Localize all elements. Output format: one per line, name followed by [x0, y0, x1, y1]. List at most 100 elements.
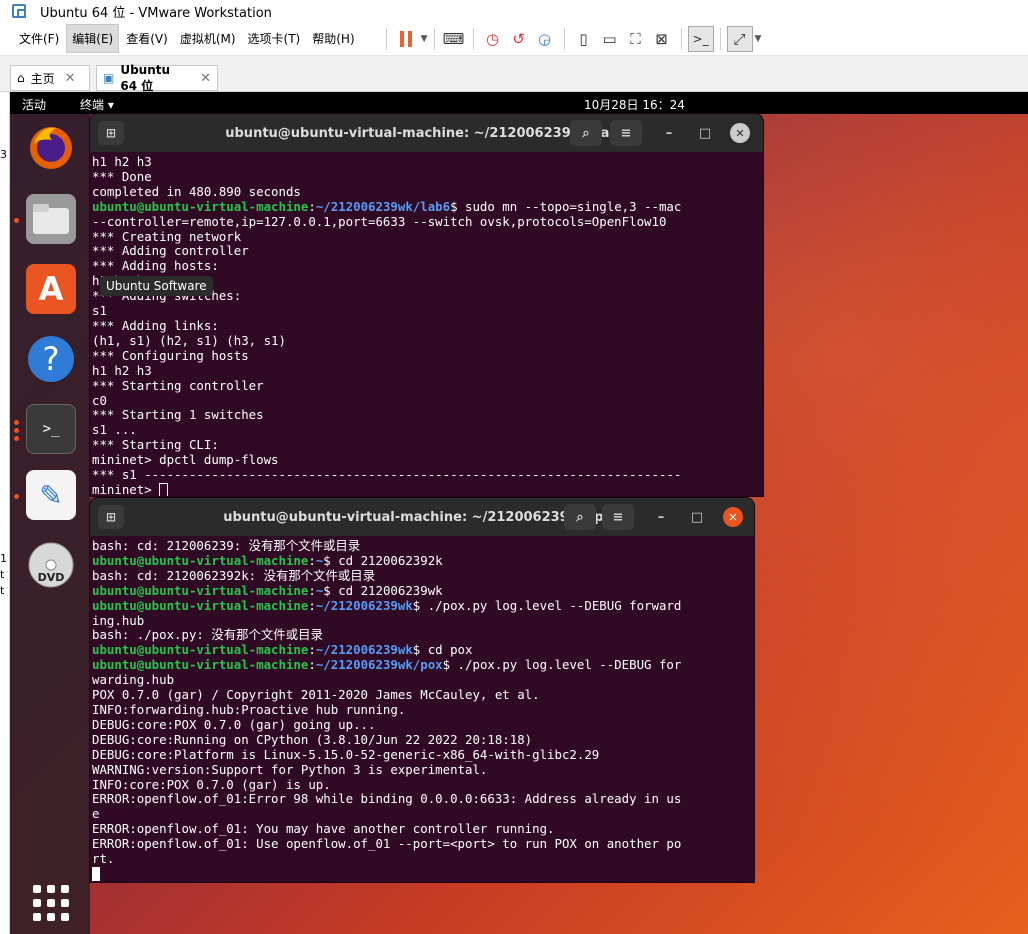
terminal-text: $ ./pox.py log.level --DEBUG forward: [412, 597, 682, 613]
new-tab-button[interactable]: ⊞: [98, 121, 124, 145]
close-icon[interactable]: ✕: [200, 71, 211, 86]
menu-help[interactable]: 帮助(H): [307, 25, 359, 52]
strip-text: 1: [0, 552, 7, 565]
strip-text: 3: [0, 148, 7, 161]
snapshot-manager-button[interactable]: ◶: [532, 26, 558, 52]
show-applications-icon[interactable]: [26, 878, 76, 928]
terminal-line: *** Adding controller: [92, 243, 763, 259]
pause-button[interactable]: [393, 26, 419, 52]
files-icon[interactable]: [26, 194, 76, 244]
new-tab-button[interactable]: ⊞: [98, 505, 124, 529]
close-icon[interactable]: ✕: [65, 71, 76, 86]
text-editor-icon[interactable]: ✎: [26, 470, 76, 520]
search-button[interactable]: ⌕: [570, 120, 602, 146]
maximize-button[interactable]: □: [684, 504, 710, 530]
minimize-icon: –: [665, 125, 673, 141]
terminal-text: ubuntu@ubuntu-virtual-machine: [92, 642, 309, 658]
terminal-line: bash: cd: 212006239: 没有那个文件或目录: [92, 538, 754, 554]
running-indicator: [14, 436, 19, 441]
unity-icon: ⊠: [655, 29, 668, 48]
stretch-button[interactable]: ⤢: [726, 25, 753, 52]
activities-button[interactable]: 活动: [22, 96, 46, 113]
terminal-text: e: [92, 806, 100, 822]
help-icon[interactable]: ?: [26, 334, 76, 384]
maximize-button[interactable]: □: [692, 120, 718, 146]
menu-icon: ≡: [612, 509, 624, 525]
ubuntu-software-icon[interactable]: A: [26, 264, 76, 314]
title-bar: Ubuntu 64 位 - VMware Workstation: [0, 0, 1028, 22]
svg-text:DVD: DVD: [38, 571, 65, 584]
snapshot-button[interactable]: ◷: [480, 26, 506, 52]
hamburger-menu-button[interactable]: ≡: [610, 120, 642, 146]
terminal-text: ~/212006239wk: [315, 597, 413, 613]
terminal-output[interactable]: h1 h2 h3 *** Done completed in 480.890 sec…: [90, 152, 763, 496]
close-button[interactable]: ✕: [723, 507, 743, 527]
terminal-text: DEBUG:core:Platform is Linux-5.15.0-52-g…: [92, 746, 600, 762]
minimize-button[interactable]: –: [656, 120, 682, 146]
search-button[interactable]: ⌕: [564, 504, 596, 530]
new-tab-icon: ⊞: [105, 126, 117, 140]
terminal-text: $ sudo mn --topo=single,3 --mac: [450, 198, 682, 214]
terminal-line: ing.hub: [92, 612, 754, 629]
terminal-line: completed in 480.890 seconds: [92, 184, 763, 200]
terminal-line: [92, 866, 754, 882]
unity-button[interactable]: ⊠: [649, 26, 675, 52]
terminal-text: $ cd 2120062392k: [323, 552, 443, 568]
fullscreen-icon: ⛶: [630, 29, 641, 48]
terminal-line: DEBUG:core:POX 0.7.0 (gar) going up...: [92, 716, 754, 733]
menu-file[interactable]: 文件(F): [14, 25, 64, 52]
terminal-text: ~/212006239wk: [315, 642, 413, 658]
minimize-button[interactable]: –: [648, 504, 674, 530]
fullscreen-button[interactable]: ⛶: [623, 26, 649, 52]
menu-vm[interactable]: 虚拟机(M): [175, 25, 241, 52]
terminal-text: ERROR:openflow.of_01:Error 98 while bind…: [92, 791, 682, 807]
terminal-text: ing.hub: [92, 612, 145, 628]
dvd-icon[interactable]: DVD: [26, 540, 76, 590]
terminal-text: ubuntu@ubuntu-virtual-machine: [92, 552, 309, 568]
terminal-window-lab6[interactable]: ⊞ ubuntu@ubuntu-virtual-machine: ~/21200…: [90, 114, 763, 496]
terminal-text: *** Adding links:: [92, 317, 219, 333]
menu-tabs[interactable]: 选项卡(T): [243, 25, 306, 52]
sidebar-toggle-button[interactable]: ▯: [571, 26, 597, 52]
firefox-icon[interactable]: [26, 122, 76, 172]
terminal-text: *** Adding controller: [92, 243, 249, 259]
console-view-button[interactable]: ▭: [597, 26, 623, 52]
terminal-text: *** Starting 1 switches: [92, 407, 264, 423]
terminal-output[interactable]: bash: cd: 212006239: 没有那个文件或目录 ubuntu@ubu…: [90, 536, 754, 882]
terminal-line: INFO:forwarding.hub:Proactive hub runnin…: [92, 702, 754, 718]
terminal-window-pox[interactable]: ⊞ ubuntu@ubuntu-virtual-machine: ~/21200…: [90, 498, 754, 882]
terminal-text: mininet> dpctl dump-flows: [92, 452, 279, 468]
terminal-header: ⊞ ubuntu@ubuntu-virtual-machine: ~/21200…: [90, 498, 754, 536]
terminal-view-button[interactable]: >_: [687, 25, 714, 52]
terminal-line: DEBUG:core:Running on CPython (3.8.10/Ju…: [92, 732, 754, 748]
terminal-text: warding.hub: [92, 672, 175, 688]
close-button[interactable]: ✕: [730, 123, 750, 143]
menu-icon: ≡: [620, 125, 632, 141]
chevron-down-icon[interactable]: ▼: [421, 34, 428, 44]
terminal-text: :: [308, 198, 316, 214]
terminal-text: *** s1 ---------------------------------…: [92, 467, 682, 483]
app-menu-button[interactable]: 终端 ▾: [80, 96, 114, 113]
terminal-icon[interactable]: >_: [26, 404, 76, 454]
revert-snapshot-button[interactable]: ↺: [506, 26, 532, 52]
terminal-text: DEBUG:core:POX 0.7.0 (gar) going up...: [92, 716, 376, 732]
menu-bar: 文件(F) 编辑(E) 查看(V) 虚拟机(M) 选项卡(T) 帮助(H) ▼ …: [0, 22, 1028, 56]
menu-view[interactable]: 查看(V): [121, 25, 173, 52]
terminal-line: *** Creating network: [92, 229, 763, 245]
sidebar-icon: ▯: [579, 29, 588, 48]
send-ctrl-alt-del-button[interactable]: ⌨: [441, 26, 467, 52]
clock[interactable]: 10月28日 16：24: [584, 96, 685, 113]
tab-home[interactable]: ⌂ 主页 ✕: [10, 65, 90, 91]
terminal-line: *** Starting 1 switches: [92, 407, 763, 423]
hamburger-menu-button[interactable]: ≡: [602, 504, 634, 530]
terminal-line: mininet> dpctl dump-flows: [92, 452, 763, 468]
terminal-line: ERROR:openflow.of_01: You may have anoth…: [92, 821, 754, 837]
terminal-header: ⊞ ubuntu@ubuntu-virtual-machine: ~/21200…: [90, 114, 763, 152]
menu-edit[interactable]: 编辑(E): [66, 24, 120, 53]
search-icon: ⌕: [576, 509, 584, 525]
terminal-title: ubuntu@ubuntu-virtual-machine: ~/2120062…: [225, 125, 628, 141]
terminal-line: s1 ...: [92, 422, 763, 438]
tab-ubuntu[interactable]: ▣ Ubuntu 64 位 ✕: [96, 63, 218, 93]
stretch-chevron-down-icon[interactable]: ▼: [755, 34, 762, 44]
terminal-line: *** Configuring hosts: [92, 348, 763, 364]
